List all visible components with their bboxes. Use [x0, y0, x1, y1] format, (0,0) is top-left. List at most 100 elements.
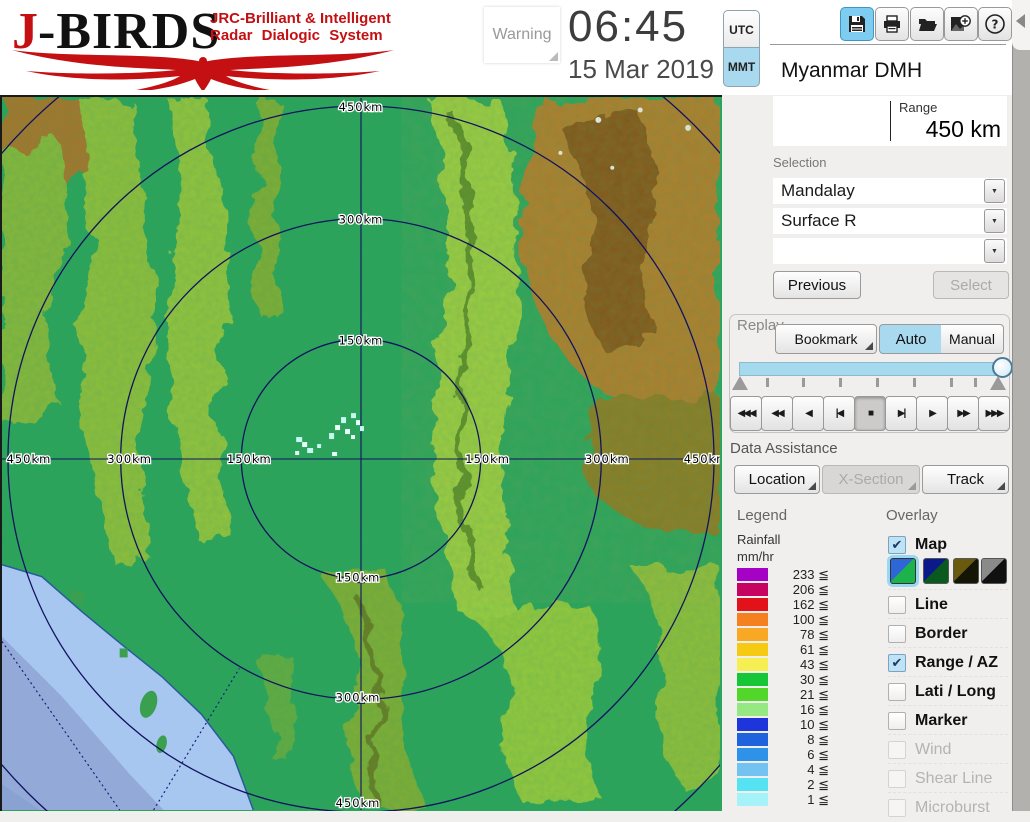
auto-button[interactable]: Auto: [879, 324, 943, 354]
legend-row: 10 ≦: [737, 717, 829, 732]
radar-map[interactable]: 450km 300km 150km 150km 300km 450km 450k…: [0, 0, 834, 822]
panel-scrollbar[interactable]: [1012, 0, 1030, 811]
legend-row: 61 ≦: [737, 642, 829, 657]
help-icon: ?: [985, 14, 1005, 34]
save-button[interactable]: [840, 7, 874, 41]
legend-swatch: [737, 598, 768, 611]
overlay-item-map[interactable]: ✔ Map: [888, 530, 1008, 559]
location-button[interactable]: Location: [734, 465, 820, 494]
overlay-item-shear-line[interactable]: ✔ Shear Line: [888, 763, 1008, 793]
add-image-icon: [951, 15, 971, 31]
lati-long-checkbox[interactable]: ✔: [888, 682, 906, 701]
replay-slider[interactable]: [739, 362, 1003, 376]
panel-divider: [770, 44, 1006, 45]
forward-button[interactable]: ▶▶: [947, 396, 979, 431]
legend-swatch: [737, 613, 768, 626]
clock-date: 15 Mar 2019: [568, 54, 714, 84]
legend-row: 43 ≦: [737, 657, 829, 672]
manual-button[interactable]: Manual: [941, 324, 1004, 354]
rewind-button[interactable]: ◀◀: [761, 396, 793, 431]
station-title: Myanmar DMH: [773, 52, 1006, 90]
legend-swatch: [737, 673, 768, 686]
collapse-arrow-icon: [1016, 14, 1025, 28]
overlay-item-microburst[interactable]: ✔ Microburst: [888, 792, 1008, 822]
chevron-down-icon[interactable]: ▼: [984, 209, 1005, 233]
clock-time: 06:45: [568, 2, 689, 51]
overlay-item-line[interactable]: ✔ Line: [888, 589, 1008, 619]
svg-text:?: ?: [992, 18, 999, 32]
marker-checkbox[interactable]: ✔: [888, 711, 906, 730]
wind-checkbox[interactable]: ✔: [888, 740, 906, 759]
stop-button[interactable]: ■: [854, 396, 886, 431]
map-style-4-button[interactable]: [981, 558, 1007, 584]
slider-tick: [950, 378, 953, 387]
site-dropdown[interactable]: Mandalay ▼: [773, 178, 1007, 204]
legend-swatch: [737, 793, 768, 806]
step-back-button[interactable]: |◀: [823, 396, 855, 431]
svg-text:300km: 300km: [336, 690, 381, 704]
terrain-map: 450km 300km 150km 150km 300km 450km 450k…: [0, 0, 834, 822]
shear-line-checkbox[interactable]: ✔: [888, 769, 906, 788]
warning-panel[interactable]: Warning: [484, 7, 560, 63]
overlay-item-marker[interactable]: ✔ Marker: [888, 705, 1008, 735]
slider-start-marker[interactable]: [732, 376, 748, 390]
eagle-logo-icon: [12, 50, 394, 90]
legend-row: 6 ≦: [737, 747, 829, 762]
chevron-down-icon[interactable]: ▼: [984, 179, 1005, 203]
legend-row: 1 ≦: [737, 792, 829, 807]
range-label: Range: [899, 100, 938, 115]
legend-swatch: [737, 688, 768, 701]
overlay-item-border[interactable]: ✔ Border: [888, 618, 1008, 648]
previous-button[interactable]: Previous: [773, 271, 861, 299]
legend-row: 233 ≦: [737, 567, 829, 582]
track-button[interactable]: Track: [922, 465, 1009, 494]
add-image-button[interactable]: [944, 7, 978, 41]
map-style-2-button[interactable]: [923, 558, 949, 584]
print-button[interactable]: [875, 7, 909, 41]
slider-tick: [802, 378, 805, 387]
chevron-down-icon[interactable]: ▼: [984, 239, 1005, 263]
overlay-item-lati-long[interactable]: ✔ Lati / Long: [888, 676, 1008, 706]
legend-swatch: [737, 583, 768, 596]
svg-text:150km: 150km: [227, 452, 272, 466]
help-button[interactable]: ?: [978, 7, 1012, 41]
data-assistance-label: Data Assistance: [730, 440, 838, 457]
utc-button[interactable]: UTC: [723, 10, 760, 50]
svg-text:450km: 450km: [336, 796, 381, 810]
svg-text:150km: 150km: [336, 571, 381, 585]
map-style-1-button[interactable]: [890, 558, 916, 584]
select-button[interactable]: Select: [933, 271, 1009, 299]
mmt-button[interactable]: MMT: [723, 47, 760, 87]
legend-row: 162 ≦: [737, 597, 829, 612]
rewind-fast-button[interactable]: ◀◀◀: [730, 396, 762, 431]
legend-row: 78 ≦: [737, 627, 829, 642]
overlay-item-range-az[interactable]: ✔ Range / AZ: [888, 647, 1008, 677]
map-style-3-button[interactable]: [953, 558, 979, 584]
map-checkbox[interactable]: ✔: [888, 535, 906, 554]
play-button[interactable]: ▶: [916, 396, 948, 431]
microburst-checkbox[interactable]: ✔: [888, 798, 906, 817]
slider-end-marker[interactable]: [990, 376, 1006, 390]
slider-tick: [766, 378, 769, 387]
play-reverse-button[interactable]: ◀: [792, 396, 824, 431]
warning-label: Warning: [492, 26, 552, 43]
border-checkbox[interactable]: ✔: [888, 624, 906, 643]
replay-slider-thumb[interactable]: [992, 357, 1013, 378]
step-forward-button[interactable]: ▶|: [885, 396, 917, 431]
overlay-item-wind[interactable]: ✔ Wind: [888, 734, 1008, 764]
legend-swatch: [737, 718, 768, 731]
forward-fast-button[interactable]: ▶▶▶: [978, 396, 1010, 431]
open-button[interactable]: [910, 7, 944, 41]
x-section-button[interactable]: X-Section: [822, 465, 920, 494]
svg-text:450km: 450km: [684, 452, 720, 466]
svg-text:450km: 450km: [7, 452, 52, 466]
print-icon: [884, 15, 900, 33]
legend-unit-title: Rainfall: [737, 532, 781, 547]
line-checkbox[interactable]: ✔: [888, 595, 906, 614]
bookmark-button[interactable]: Bookmark: [775, 324, 877, 354]
range-az-checkbox[interactable]: ✔: [888, 653, 906, 672]
option-dropdown[interactable]: ▼: [773, 238, 1007, 264]
slider-tick: [974, 378, 977, 387]
product-dropdown[interactable]: Surface R ▼: [773, 208, 1007, 234]
open-folder-icon: [919, 19, 937, 31]
